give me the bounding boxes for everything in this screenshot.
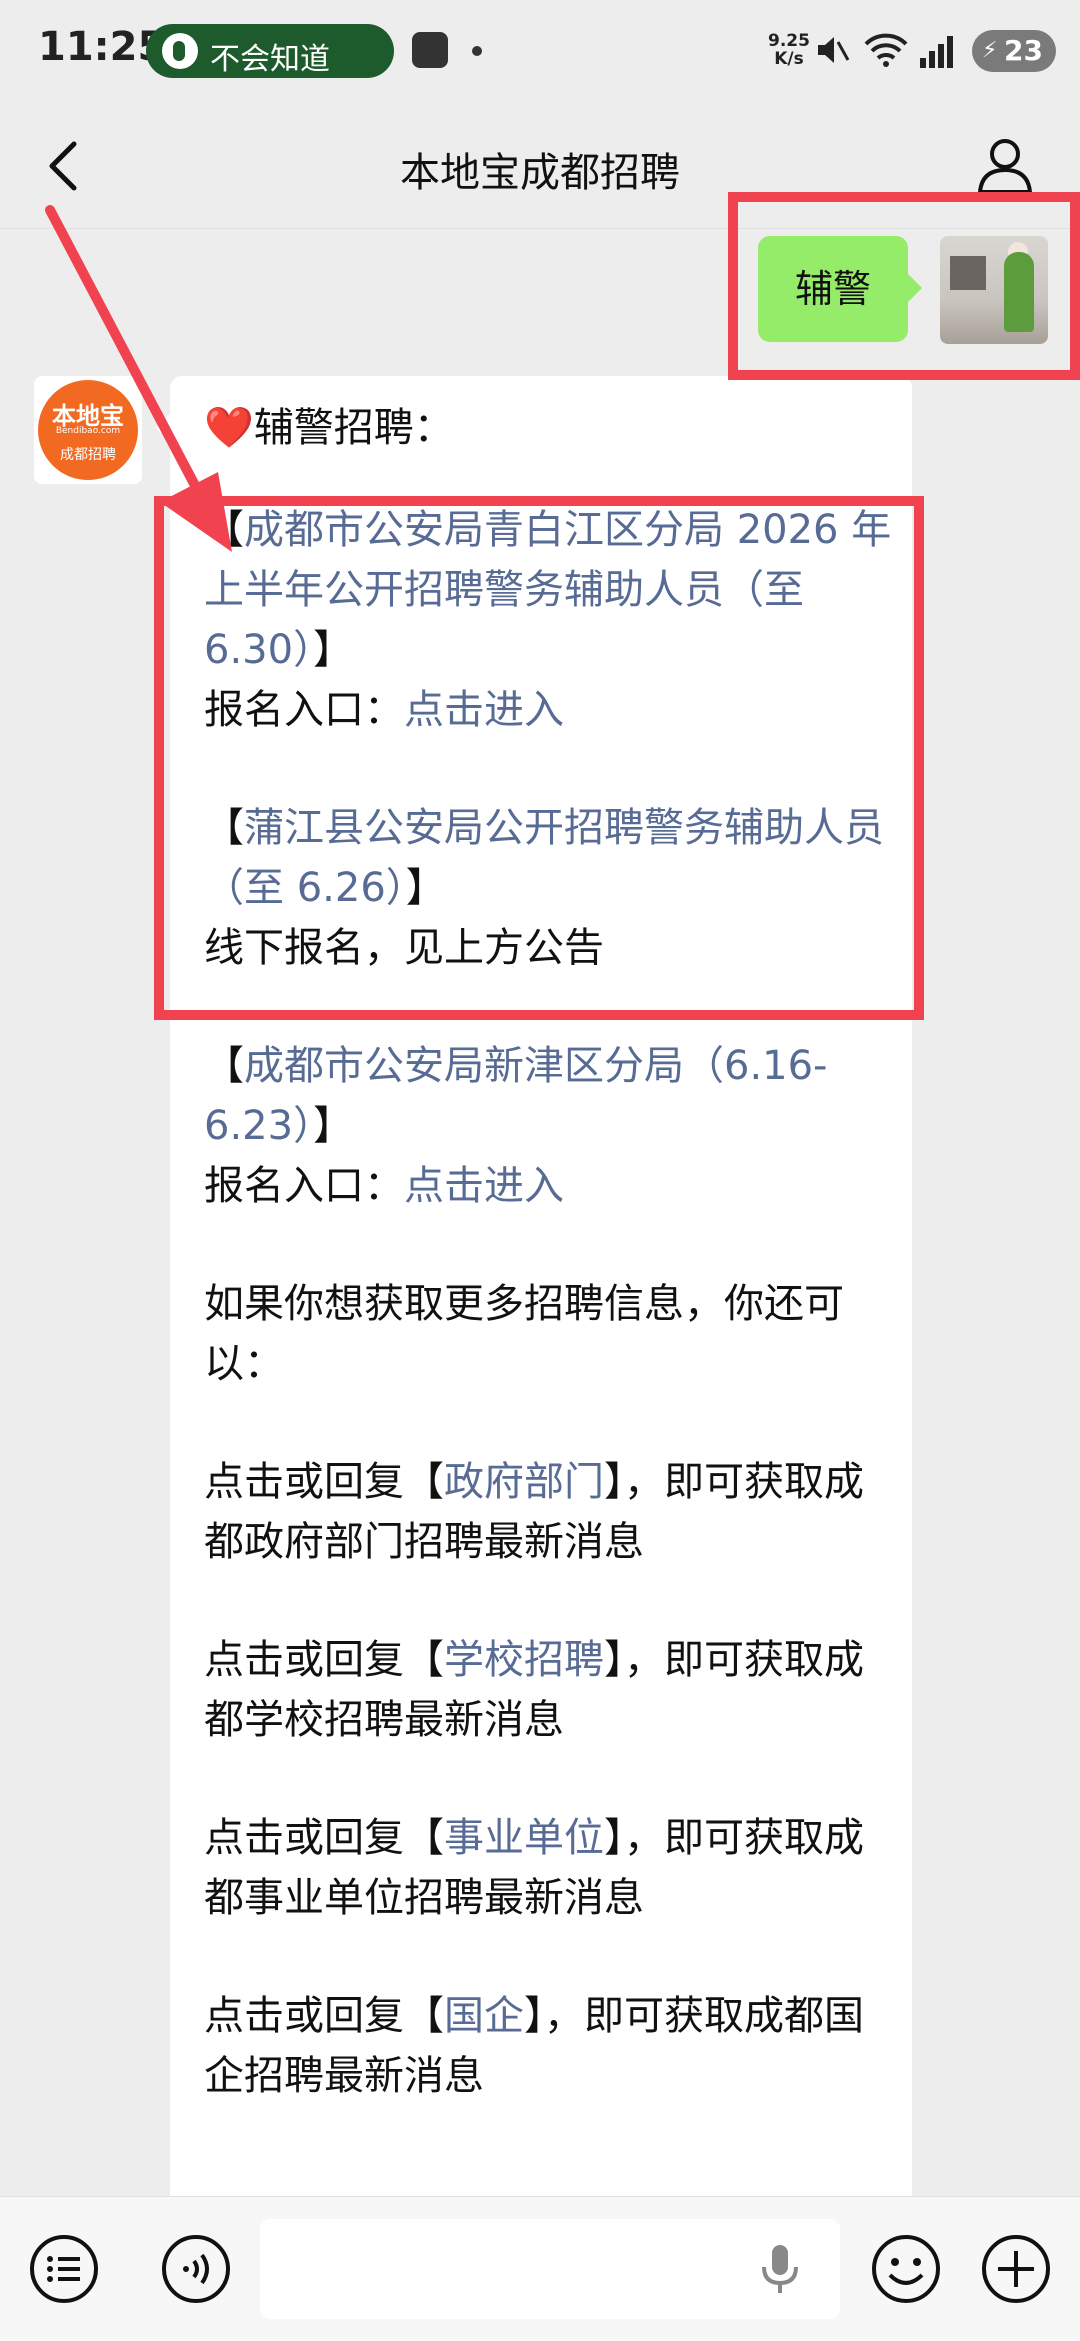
- job-link[interactable]: 成都市公安局新津区分局（6.16-6.23）: [204, 1043, 828, 1149]
- menu-list-icon[interactable]: [28, 2233, 100, 2305]
- signal-icon: [920, 36, 953, 68]
- heading-text: 辅警招聘：: [253, 405, 454, 451]
- network-speed-unit: K/s: [774, 49, 804, 69]
- pill-text: 不会知道: [210, 42, 330, 77]
- chat-input-bar: [0, 2196, 1080, 2341]
- status-bar: 11:25 不会知道 9.25 K/s ⚡ 23: [0, 0, 1080, 104]
- reply-prefix: 点击或回复【: [204, 1815, 444, 1861]
- annotation-box-user-message: [728, 192, 1080, 380]
- reply-prefix: 点击或回复【: [204, 1459, 444, 1505]
- reply-option: 点击或回复【学校招聘】，即可获取成都学校招聘最新消息: [204, 1630, 894, 1750]
- live-activity-pill[interactable]: 不会知道: [146, 24, 394, 78]
- reply-link[interactable]: 国企: [444, 1993, 524, 2039]
- network-speed-value: 9.25: [768, 31, 810, 51]
- notification-dot-icon: [472, 46, 482, 56]
- annotation-arrow: [45, 205, 232, 552]
- battery-level: 23: [1004, 34, 1043, 67]
- charging-bolt-icon: ⚡: [982, 38, 998, 63]
- message-heading: ❤️辅警招聘：: [204, 398, 894, 458]
- profile-icon[interactable]: [974, 134, 1036, 196]
- microphone-icon[interactable]: [760, 2243, 800, 2295]
- emoji-icon[interactable]: [870, 2233, 942, 2305]
- add-icon[interactable]: [980, 2233, 1052, 2305]
- bracket: 【: [204, 1043, 244, 1089]
- battery-indicator: ⚡ 23: [972, 30, 1056, 72]
- network-speed: 9.25 K/s: [768, 32, 810, 68]
- mute-icon: [818, 37, 850, 63]
- app-leaf-icon: [162, 33, 198, 69]
- reply-option: 点击或回复【国企】，即可获取成都国企招聘最新消息: [204, 1986, 894, 2106]
- reply-prefix: 点击或回复【: [204, 1993, 444, 2039]
- more-info-text: 如果你想获取更多招聘信息，你还可以：: [204, 1281, 844, 1387]
- reply-option: 点击或回复【政府部门】，即可获取成都政府部门招聘最新消息: [204, 1452, 894, 1572]
- reply-link[interactable]: 政府部门: [444, 1459, 604, 1505]
- bracket: 】: [313, 1103, 354, 1149]
- annotation-box-job-items: [154, 496, 924, 1020]
- reply-prefix: 点击或回复【: [204, 1637, 444, 1683]
- notification-app-icon: [412, 32, 448, 68]
- job-item: 【成都市公安局新津区分局（6.16-6.23）】 报名入口：点击进入: [204, 1036, 894, 1216]
- reply-link[interactable]: 事业单位: [444, 1815, 604, 1861]
- reply-option: 点击或回复【事业单位】，即可获取成都事业单位招聘最新消息: [204, 1808, 894, 1928]
- apply-link[interactable]: 点击进入: [404, 1163, 564, 1209]
- apply-label: 报名入口：: [204, 1163, 404, 1209]
- reply-link[interactable]: 学校招聘: [444, 1637, 604, 1683]
- message-input[interactable]: [260, 2219, 840, 2319]
- voice-mode-icon[interactable]: [160, 2233, 232, 2305]
- wifi-icon: [864, 33, 908, 67]
